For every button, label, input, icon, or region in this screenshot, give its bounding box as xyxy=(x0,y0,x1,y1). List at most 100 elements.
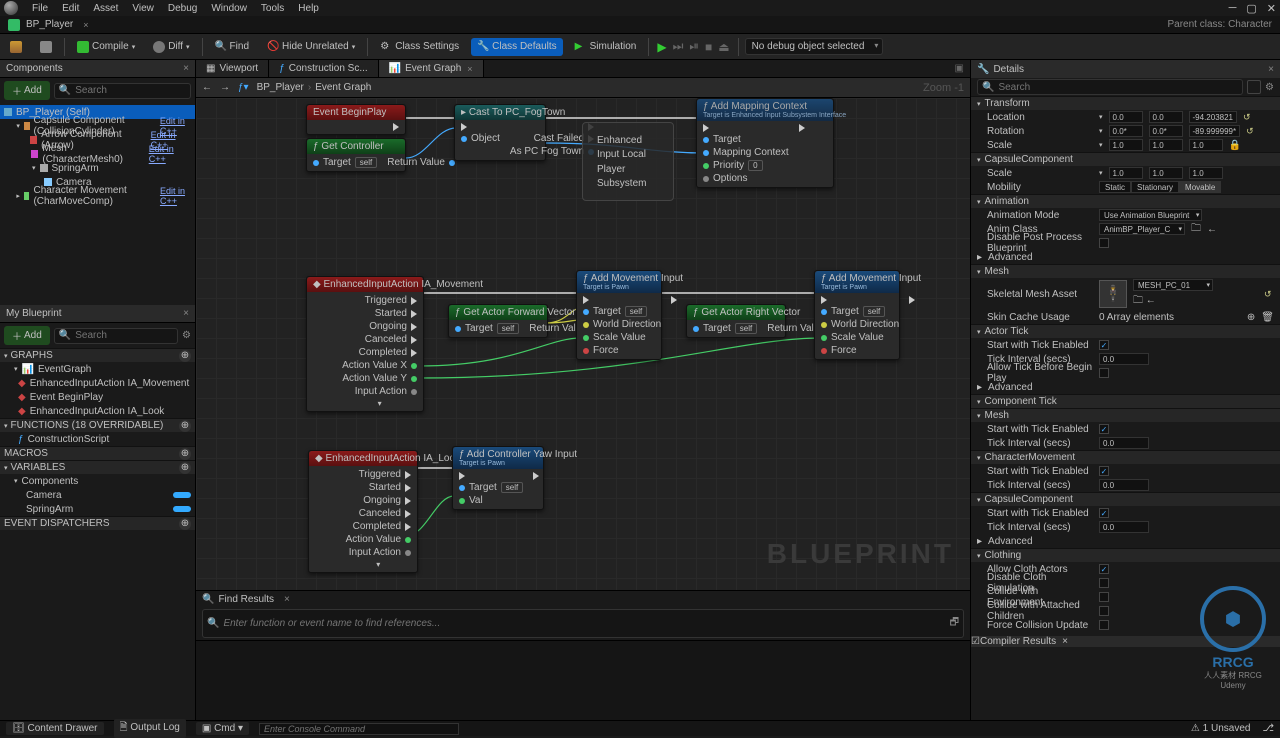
diff-button[interactable]: Diff▾ xyxy=(147,38,195,56)
node-addmovement2[interactable]: ƒ Add Movement InputTarget is Pawn Targe… xyxy=(814,270,900,360)
animmode-dropdown[interactable]: Use Animation Blueprint xyxy=(1099,209,1202,221)
panel-close-icon[interactable]: × xyxy=(183,63,189,74)
section-actortick[interactable]: ▾Actor Tick xyxy=(971,324,1280,338)
row-advanced[interactable]: ▸Advanced xyxy=(971,250,1280,264)
add-graph-icon[interactable]: ⊕ xyxy=(179,350,191,362)
add-macro-icon[interactable]: ⊕ xyxy=(179,448,191,460)
category-functions[interactable]: ▾FUNCTIONS (18 OVERRIDABLE)⊕ xyxy=(0,418,195,432)
console-input[interactable] xyxy=(259,723,459,735)
function-item[interactable]: ƒConstructionScript xyxy=(0,432,195,446)
gear-icon[interactable]: ⚙ xyxy=(182,330,191,341)
pause-step-button[interactable]: ⏭ xyxy=(671,37,686,56)
tickinterval-field[interactable]: 0.0 xyxy=(1099,437,1149,449)
node-eia-look[interactable]: ◆ EnhancedInputAction IA_Look Triggered … xyxy=(308,450,418,573)
checkbox[interactable] xyxy=(1099,606,1109,616)
variable-item[interactable]: SpringArm xyxy=(0,502,195,516)
hide-unrelated-button[interactable]: 🚫Hide Unrelated▾ xyxy=(261,38,361,56)
checkbox[interactable] xyxy=(1099,578,1109,588)
location-z[interactable]: -94.203821 xyxy=(1189,111,1237,123)
section-capsule2[interactable]: ▾CapsuleComponent xyxy=(971,492,1280,506)
variable-item[interactable]: Camera xyxy=(0,488,195,502)
checkbox[interactable]: ✓ xyxy=(1099,466,1109,476)
category-macros[interactable]: MACROS⊕ xyxy=(0,446,195,460)
play-button[interactable]: ▶ xyxy=(655,38,668,56)
section-clothing[interactable]: ▾Clothing xyxy=(971,548,1280,562)
menu-debug[interactable]: Debug xyxy=(168,3,197,14)
find-search-field[interactable]: 🔍🗗 xyxy=(202,609,964,638)
category-variables[interactable]: ▾VARIABLES⊕ xyxy=(0,460,195,474)
gear-icon[interactable]: ⚙ xyxy=(1265,82,1274,93)
checkbox[interactable]: ✓ xyxy=(1099,340,1109,350)
category-dispatchers[interactable]: EVENT DISPATCHERS⊕ xyxy=(0,516,195,530)
class-settings-button[interactable]: ⚙Class Settings xyxy=(374,38,465,56)
window-maximize-icon[interactable]: ▢ xyxy=(1246,2,1256,15)
node-getcontroller[interactable]: ƒ Get Controller Target self Return Valu… xyxy=(306,138,406,172)
edit-cpp-link[interactable]: Edit in C++ xyxy=(149,144,191,164)
menu-file[interactable]: File xyxy=(32,3,48,14)
graph-item[interactable]: ◆EnhancedInputAction IA_Look xyxy=(0,404,195,418)
add-variable-icon[interactable]: ⊕ xyxy=(179,462,191,474)
var-group[interactable]: ▾Components xyxy=(0,474,195,488)
graph-item[interactable]: ◆EnhancedInputAction IA_Movement xyxy=(0,376,195,390)
edit-cpp-link[interactable]: Edit in C++ xyxy=(160,186,191,206)
node-addyaw[interactable]: ƒ Add Controller Yaw InputTarget is Pawn… xyxy=(452,446,544,510)
menu-asset[interactable]: Asset xyxy=(93,3,118,14)
graph-item[interactable]: ◆Event BeginPlay xyxy=(0,390,195,404)
checkbox[interactable] xyxy=(1099,238,1109,248)
content-drawer-button[interactable]: 🗄 Content Drawer xyxy=(6,722,104,735)
compile-button[interactable]: Compile▾ xyxy=(71,38,141,56)
tab-construction[interactable]: ƒConstruction Sc... xyxy=(269,60,378,77)
menu-help[interactable]: Help xyxy=(298,3,319,14)
menu-edit[interactable]: Edit xyxy=(62,3,79,14)
add-dispatcher-icon[interactable]: ⊕ xyxy=(179,518,191,530)
add-component-button[interactable]: ＋Add xyxy=(4,81,50,100)
section-charmovement[interactable]: ▾CharacterMovement xyxy=(971,450,1280,464)
component-row-mesh[interactable]: Mesh (CharacterMesh0)Edit in C++ xyxy=(0,147,195,161)
tab-eventgraph[interactable]: 📊Event Graph× xyxy=(379,60,484,77)
add-array-icon[interactable]: ⊕ xyxy=(1247,312,1255,323)
skelmesh-dropdown[interactable]: MESH_PC_01 xyxy=(1133,279,1213,291)
rotation-z[interactable]: -89.999999* xyxy=(1189,125,1241,137)
simulation-button[interactable]: ▶Simulation xyxy=(569,38,643,56)
revision-control-icon[interactable]: ⎇ xyxy=(1262,723,1274,734)
class-defaults-button[interactable]: 🔧Class Defaults xyxy=(471,38,562,56)
panel-close-icon[interactable]: × xyxy=(183,308,189,319)
find-input[interactable] xyxy=(223,618,945,629)
rotation-y[interactable]: 0.0* xyxy=(1149,125,1183,137)
section-transform[interactable]: ▾Transform xyxy=(971,96,1280,110)
tickinterval-field[interactable]: 0.0 xyxy=(1099,353,1149,365)
cmd-button[interactable]: ▣ Cmd ▾ xyxy=(196,722,249,735)
rotation-x[interactable]: 0.0* xyxy=(1109,125,1143,137)
section-animation[interactable]: ▾Animation xyxy=(971,194,1280,208)
checkbox[interactable] xyxy=(1099,592,1109,602)
use-icon[interactable]: ← xyxy=(1207,224,1217,235)
graph-item[interactable]: ▾📊EventGraph xyxy=(0,362,195,376)
node-getright[interactable]: ƒ Get Actor Right Vector Target self Ret… xyxy=(686,304,786,338)
reset-icon[interactable]: ↺ xyxy=(1246,126,1256,136)
add-function-icon[interactable]: ⊕ xyxy=(179,420,191,432)
panel-close-icon[interactable]: × xyxy=(1268,64,1274,75)
component-row-charmovement[interactable]: ▸Character Movement (CharMoveComp)Edit i… xyxy=(0,189,195,203)
components-search-input[interactable] xyxy=(75,85,186,96)
clear-array-icon[interactable]: 🗑 xyxy=(1261,312,1274,323)
add-myblueprint-button[interactable]: ＋Add xyxy=(4,326,50,345)
panel-close-icon[interactable]: × xyxy=(1062,636,1068,647)
tab-close-icon[interactable]: × xyxy=(467,64,472,74)
asset-tab-close-icon[interactable]: × xyxy=(83,20,88,30)
scale-z[interactable]: 1.0 xyxy=(1189,139,1223,151)
event-graph-canvas[interactable]: Event BeginPlay ƒ Get Controller Target … xyxy=(196,98,970,590)
asset-tab-title[interactable]: BP_Player xyxy=(26,19,73,30)
maximize-tab-icon[interactable]: ▣ xyxy=(955,63,964,74)
checkbox[interactable]: ✓ xyxy=(1099,424,1109,434)
checkbox[interactable]: ✓ xyxy=(1099,508,1109,518)
scale-x[interactable]: 1.0 xyxy=(1109,139,1143,151)
menu-view[interactable]: View xyxy=(132,3,154,14)
menu-window[interactable]: Window xyxy=(211,3,247,14)
checkbox[interactable]: ✓ xyxy=(1099,564,1109,574)
node-beginplay[interactable]: Event BeginPlay xyxy=(306,104,406,135)
node-subsystem[interactable]: Enhanced Input Local Player Subsystem xyxy=(582,122,674,201)
row-advanced[interactable]: ▸Advanced xyxy=(971,380,1280,394)
stop-button[interactable]: ■ xyxy=(703,38,714,56)
browse-button[interactable] xyxy=(34,38,58,56)
save-button[interactable] xyxy=(4,38,28,56)
